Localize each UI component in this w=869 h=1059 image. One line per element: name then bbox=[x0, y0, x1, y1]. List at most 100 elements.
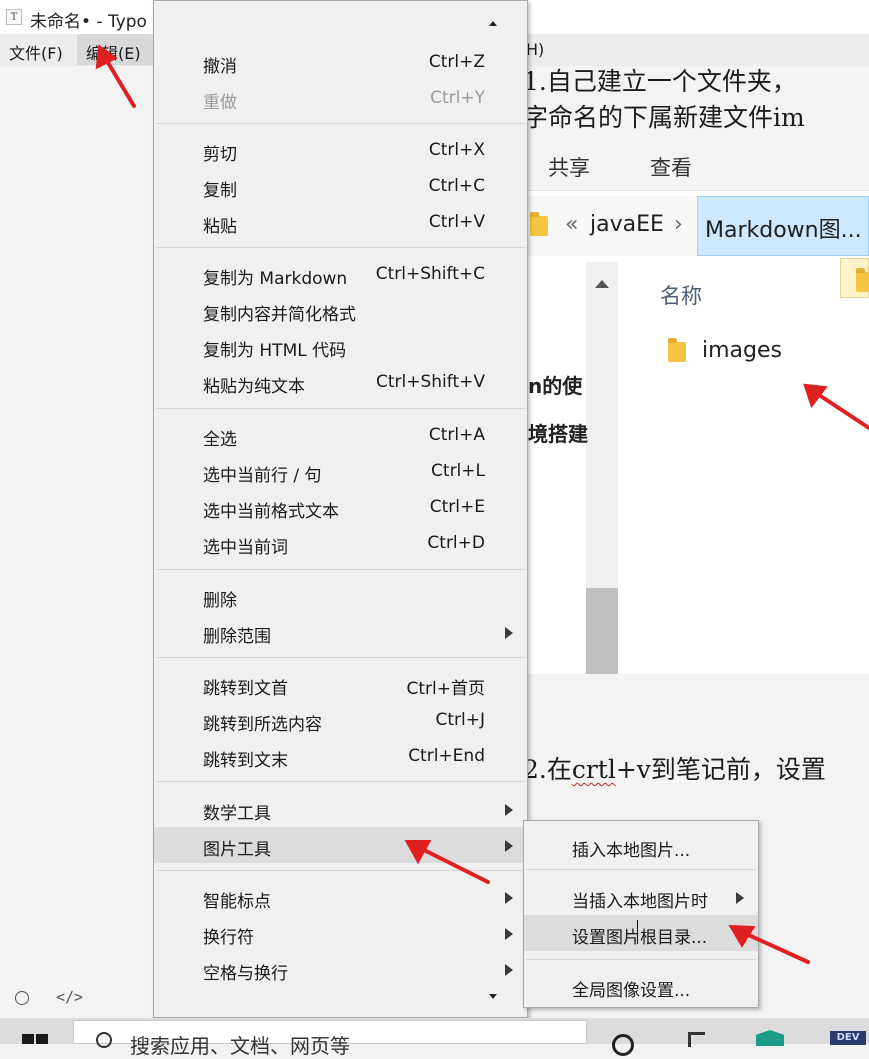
menu-separator bbox=[156, 569, 525, 570]
menu-item-label: 复制 bbox=[203, 181, 237, 201]
menu-item-label: 复制内容并简化格式 bbox=[203, 305, 356, 325]
menu-item-shortcut: Ctrl+End bbox=[408, 746, 485, 766]
doc-line-2[interactable]: 2.在crtl+v到笔记前，设置 bbox=[523, 750, 826, 786]
menu-item[interactable]: 跳转到文末 Ctrl+End bbox=[154, 738, 527, 774]
menu-item-label: 跳转到所选内容 bbox=[203, 715, 322, 735]
submenu-item-label: 全局图像设置... bbox=[572, 981, 691, 1001]
menu-item[interactable]: 剪切 Ctrl+X bbox=[154, 132, 527, 168]
menu-item: 重做 Ctrl+Y bbox=[154, 80, 527, 116]
menu-item[interactable]: 粘贴 Ctrl+V bbox=[154, 204, 527, 240]
menu-item[interactable]: 删除范围 bbox=[154, 614, 527, 650]
menu-item-label: 重做 bbox=[203, 93, 237, 113]
menu-item[interactable]: 全选 Ctrl+A bbox=[154, 417, 527, 453]
submenu-item[interactable]: 当插入本地图片时 bbox=[524, 879, 758, 915]
submenu-arrow-icon bbox=[736, 892, 744, 904]
outline-toggle-icon[interactable] bbox=[15, 991, 29, 1005]
menu-separator bbox=[156, 123, 525, 124]
menu-separator bbox=[156, 247, 525, 248]
menu-item-label: 图片工具 bbox=[203, 840, 271, 860]
taskbar-search-placeholder: 搜索应用、文档、网页等 bbox=[130, 1034, 350, 1058]
menu-item-shortcut: Ctrl+首页 bbox=[406, 679, 486, 699]
menu-file[interactable]: 文件(F) bbox=[9, 40, 63, 64]
typora-app-icon: T bbox=[6, 9, 22, 25]
menu-item[interactable]: 跳转到所选内容 Ctrl+J bbox=[154, 702, 527, 738]
menu-item[interactable]: 撤消 Ctrl+Z bbox=[154, 44, 527, 80]
menu-item-label: 撤消 bbox=[203, 57, 237, 77]
menu-item[interactable]: 数学工具 bbox=[154, 791, 527, 827]
menu-item[interactable]: 复制 Ctrl+C bbox=[154, 168, 527, 204]
menu-item-shortcut: Ctrl+Shift+V bbox=[375, 372, 485, 392]
menu-item-label: 选中当前词 bbox=[203, 538, 288, 558]
menu-item-label: 数学工具 bbox=[203, 804, 271, 824]
windows-start-icon[interactable] bbox=[22, 1034, 48, 1044]
menu-item-label: 复制为 Markdown bbox=[203, 269, 348, 289]
edit-context-menu: 撤消 Ctrl+Z 重做 Ctrl+Y 剪切 Ctrl+X 复制 Ctrl+C 粘贴 Ctrl+V… bbox=[153, 0, 528, 1018]
source-code-mode-icon[interactable]: </> bbox=[56, 988, 83, 1006]
submenu-arrow-icon bbox=[505, 804, 513, 816]
menu-item[interactable]: 跳转到文首 Ctrl+首页 bbox=[154, 666, 527, 702]
menu-item[interactable]: 智能标点 bbox=[154, 879, 527, 915]
explorer-scroll-thumb bbox=[586, 588, 618, 674]
menu-item[interactable]: 删除 bbox=[154, 578, 527, 614]
explorer-tab-share: 共享 bbox=[548, 156, 590, 180]
doc-line-1[interactable]: 1.自己建立一个文件夹， bbox=[523, 62, 797, 98]
menu-item-shortcut: Ctrl+Shift+C bbox=[375, 264, 485, 284]
window-title: 未命名• - Typo bbox=[30, 12, 147, 32]
menu-item[interactable]: 空格与换行 bbox=[154, 951, 527, 987]
menu-item[interactable]: 选中当前格式文本 Ctrl+E bbox=[154, 489, 527, 525]
submenu-arrow-icon bbox=[505, 840, 513, 852]
menu-item-label: 换行符 bbox=[203, 928, 254, 948]
submenu-item[interactable]: 全局图像设置... bbox=[524, 968, 758, 1004]
doc-line-2-misspelled[interactable]: crtl bbox=[572, 755, 616, 784]
menu-scroll-down-icon[interactable] bbox=[489, 994, 497, 999]
menu-item-label: 全选 bbox=[203, 430, 237, 450]
menu-item-label: 删除范围 bbox=[203, 627, 271, 647]
cortana-icon[interactable] bbox=[612, 1034, 634, 1056]
menu-item[interactable]: 图片工具 bbox=[154, 827, 527, 863]
submenu-arrow-icon bbox=[505, 627, 513, 639]
dragged-folder-glyph-icon bbox=[856, 268, 869, 292]
folder-icon bbox=[668, 338, 686, 362]
menu-item-label: 复制为 HTML 代码 bbox=[203, 341, 347, 361]
menu-item-label: 删除 bbox=[203, 591, 237, 611]
menu-item[interactable]: 复制为 HTML 代码 bbox=[154, 328, 527, 364]
address-folder-icon bbox=[530, 212, 548, 236]
menu-item-label: 剪切 bbox=[203, 145, 237, 165]
menu-item-shortcut: Ctrl+X bbox=[428, 140, 485, 160]
submenu-arrow-icon bbox=[505, 964, 513, 976]
menu-item[interactable]: 粘贴为纯文本 Ctrl+Shift+V bbox=[154, 364, 527, 400]
task-view-icon[interactable] bbox=[688, 1032, 705, 1047]
menu-item-label: 智能标点 bbox=[203, 892, 271, 912]
menu-item-shortcut: Ctrl+L bbox=[431, 461, 485, 481]
menu-item-shortcut: Ctrl+Y bbox=[430, 88, 485, 108]
text-cursor-icon bbox=[637, 920, 640, 944]
menu-item[interactable]: 选中当前行 / 句 Ctrl+L bbox=[154, 453, 527, 489]
menu-help-partial[interactable]: H) bbox=[526, 40, 544, 59]
address-current-label: Markdown图... bbox=[705, 218, 862, 243]
doc-line-1b[interactable]: 字命名的下属新建文件im bbox=[523, 98, 805, 134]
images-folder-label: images bbox=[702, 338, 782, 363]
menu-item-label: 粘贴为纯文本 bbox=[203, 377, 305, 397]
submenu-item[interactable]: 插入本地图片... bbox=[524, 828, 758, 864]
menu-item-label: 选中当前行 / 句 bbox=[203, 466, 322, 486]
menu-item-label: 跳转到文末 bbox=[203, 751, 288, 771]
menu-scroll-up-icon[interactable] bbox=[489, 21, 497, 26]
menu-item[interactable]: 换行符 bbox=[154, 915, 527, 951]
menu-item-shortcut: Ctrl+E bbox=[429, 497, 485, 517]
submenu-arrow-icon bbox=[505, 892, 513, 904]
menu-item-shortcut: Ctrl+A bbox=[428, 425, 485, 445]
menu-item[interactable]: 选中当前词 Ctrl+D bbox=[154, 525, 527, 561]
obscured-text-2: 境搭建 bbox=[528, 422, 588, 446]
menu-item[interactable]: 复制内容并简化格式 bbox=[154, 292, 527, 328]
menu-edit[interactable]: 编辑(E) bbox=[86, 40, 141, 64]
menu-item-label: 粘贴 bbox=[203, 217, 237, 237]
dev-app-icon[interactable]: DEV bbox=[830, 1031, 866, 1045]
explorer-tab-view: 查看 bbox=[650, 156, 692, 180]
submenu-item[interactable]: 设置图片根目录... bbox=[524, 915, 758, 951]
menu-item[interactable]: 复制为 Markdown Ctrl+Shift+C bbox=[154, 256, 527, 292]
menu-item-label: 跳转到文首 bbox=[203, 679, 288, 699]
doc-line-2-prefix: 2.在 bbox=[523, 755, 572, 784]
submenu-separator bbox=[526, 959, 756, 960]
doc-line-2-suffix: +v到笔记前，设置 bbox=[615, 755, 826, 784]
address-parent-javaee: javaEE bbox=[590, 212, 664, 237]
